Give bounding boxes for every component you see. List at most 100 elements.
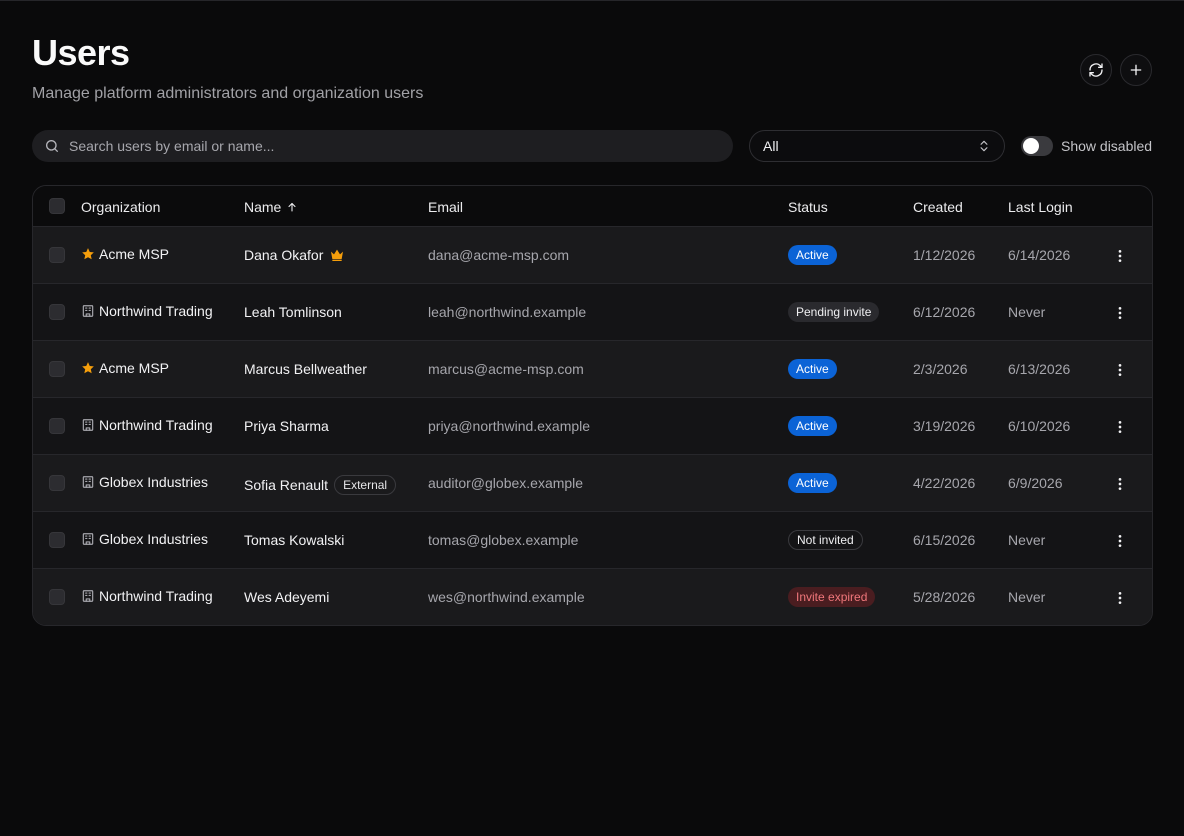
status-badge: Not invited (788, 530, 863, 550)
organization-filter-select[interactable]: All (749, 130, 1005, 162)
row-checkbox[interactable] (49, 304, 65, 320)
row-actions-button[interactable] (1111, 589, 1129, 607)
user-name: Leah Tomlinson (244, 304, 342, 320)
row-status: Active (788, 359, 837, 379)
column-header-status[interactable]: Status (788, 199, 828, 215)
row-created: 3/19/2026 (913, 418, 976, 434)
row-organization: Globex Industries (81, 474, 208, 490)
row-status: Active (788, 245, 837, 265)
table-row[interactable]: Globex Industries Tomas Kowalski tomas@g… (33, 512, 1152, 569)
building-icon (81, 532, 99, 546)
table-row[interactable]: Northwind Trading Wes Adeyemi wes@northw… (33, 569, 1152, 625)
row-created: 2/3/2026 (913, 361, 968, 377)
row-organization: Acme MSP (81, 360, 169, 376)
row-last-login: 6/13/2026 (1008, 361, 1071, 377)
more-vertical-icon (1112, 248, 1128, 264)
status-badge: Active (788, 245, 837, 265)
table-row[interactable]: Acme MSP Dana Okafor dana@acme-msp.com A… (33, 227, 1152, 284)
row-name: Priya Sharma (244, 418, 329, 434)
more-vertical-icon (1112, 362, 1128, 378)
user-name: Wes Adeyemi (244, 589, 330, 605)
organization-name: Northwind Trading (99, 588, 213, 604)
row-actions-button[interactable] (1111, 475, 1129, 493)
table-row[interactable]: Northwind Trading Priya Sharma priya@nor… (33, 398, 1152, 455)
row-email: leah@northwind.example (428, 304, 587, 320)
status-badge: Active (788, 416, 837, 436)
more-vertical-icon (1112, 533, 1128, 549)
row-status: Pending invite (788, 302, 880, 322)
row-name: Wes Adeyemi (244, 589, 329, 605)
row-last-login: 6/14/2026 (1008, 247, 1071, 263)
more-vertical-icon (1112, 476, 1128, 492)
row-last-login: Never (1008, 532, 1046, 548)
organization-name: Globex Industries (99, 474, 208, 490)
row-organization: Northwind Trading (81, 588, 213, 604)
select-all-checkbox[interactable] (49, 198, 65, 214)
search-input[interactable] (69, 138, 709, 154)
organization-name: Globex Industries (99, 531, 208, 547)
row-actions-button[interactable] (1111, 304, 1129, 322)
row-actions-button[interactable] (1111, 418, 1129, 436)
building-icon (81, 304, 99, 318)
row-status: Not invited (788, 530, 863, 550)
building-icon (81, 418, 99, 432)
row-created: 5/28/2026 (913, 589, 976, 605)
more-vertical-icon (1112, 590, 1128, 606)
row-email: priya@northwind.example (428, 418, 591, 434)
table-row[interactable]: Acme MSP Marcus Bellweather marcus@acme-… (33, 341, 1152, 398)
row-name: Sofia Renault External (244, 475, 397, 495)
row-organization: Northwind Trading (81, 303, 213, 319)
row-last-login: 6/9/2026 (1008, 475, 1063, 491)
column-header-name-label: Name (244, 199, 282, 215)
row-last-login: 6/10/2026 (1008, 418, 1071, 434)
row-created: 6/15/2026 (913, 532, 976, 548)
building-icon (81, 475, 99, 489)
status-badge: Active (788, 473, 837, 493)
row-organization: Acme MSP (81, 246, 169, 262)
row-actions-button[interactable] (1111, 361, 1129, 379)
column-header-last-login[interactable]: Last Login (1008, 199, 1073, 215)
column-header-name[interactable]: Name (244, 199, 298, 215)
chevron-up-down-icon (980, 140, 988, 152)
building-icon (81, 589, 99, 603)
column-header-organization[interactable]: Organization (81, 199, 160, 215)
page-subtitle: Manage platform administrators and organ… (32, 85, 424, 102)
more-vertical-icon (1112, 419, 1128, 435)
table-row[interactable]: Northwind Trading Leah Tomlinson leah@no… (33, 284, 1152, 341)
show-disabled-toggle[interactable] (1021, 136, 1053, 156)
row-actions-button[interactable] (1111, 247, 1129, 265)
toggle-knob (1023, 138, 1039, 154)
column-header-created[interactable]: Created (913, 199, 963, 215)
search-box[interactable] (32, 130, 733, 162)
status-badge: Pending invite (788, 302, 880, 322)
user-name: Priya Sharma (244, 418, 329, 434)
row-name: Leah Tomlinson (244, 304, 342, 320)
add-user-button[interactable] (1120, 54, 1152, 86)
star-icon (81, 361, 99, 375)
user-name: Tomas Kowalski (244, 532, 345, 548)
row-email: wes@northwind.example (428, 589, 585, 605)
column-header-email[interactable]: Email (428, 199, 463, 215)
row-actions-button[interactable] (1111, 532, 1129, 550)
row-checkbox[interactable] (49, 418, 65, 434)
row-last-login: Never (1008, 304, 1046, 320)
status-badge: Active (788, 359, 837, 379)
row-checkbox[interactable] (49, 532, 65, 548)
row-status: Active (788, 473, 837, 493)
table-header: Organization Name Email Status Created L… (33, 186, 1152, 227)
users-table: Organization Name Email Status Created L… (32, 185, 1153, 626)
refresh-button[interactable] (1080, 54, 1112, 86)
table-row[interactable]: Globex Industries Sofia Renault External … (33, 455, 1152, 512)
row-created: 4/22/2026 (913, 475, 976, 491)
row-organization: Northwind Trading (81, 417, 213, 433)
user-name: Marcus Bellweather (244, 361, 367, 377)
external-badge: External (334, 475, 397, 495)
row-created: 6/12/2026 (913, 304, 976, 320)
row-checkbox[interactable] (49, 361, 65, 377)
row-organization: Globex Industries (81, 531, 208, 547)
more-vertical-icon (1112, 305, 1128, 321)
row-checkbox[interactable] (49, 589, 65, 605)
row-checkbox[interactable] (49, 475, 65, 491)
row-checkbox[interactable] (49, 247, 65, 263)
row-email: marcus@acme-msp.com (428, 361, 584, 377)
